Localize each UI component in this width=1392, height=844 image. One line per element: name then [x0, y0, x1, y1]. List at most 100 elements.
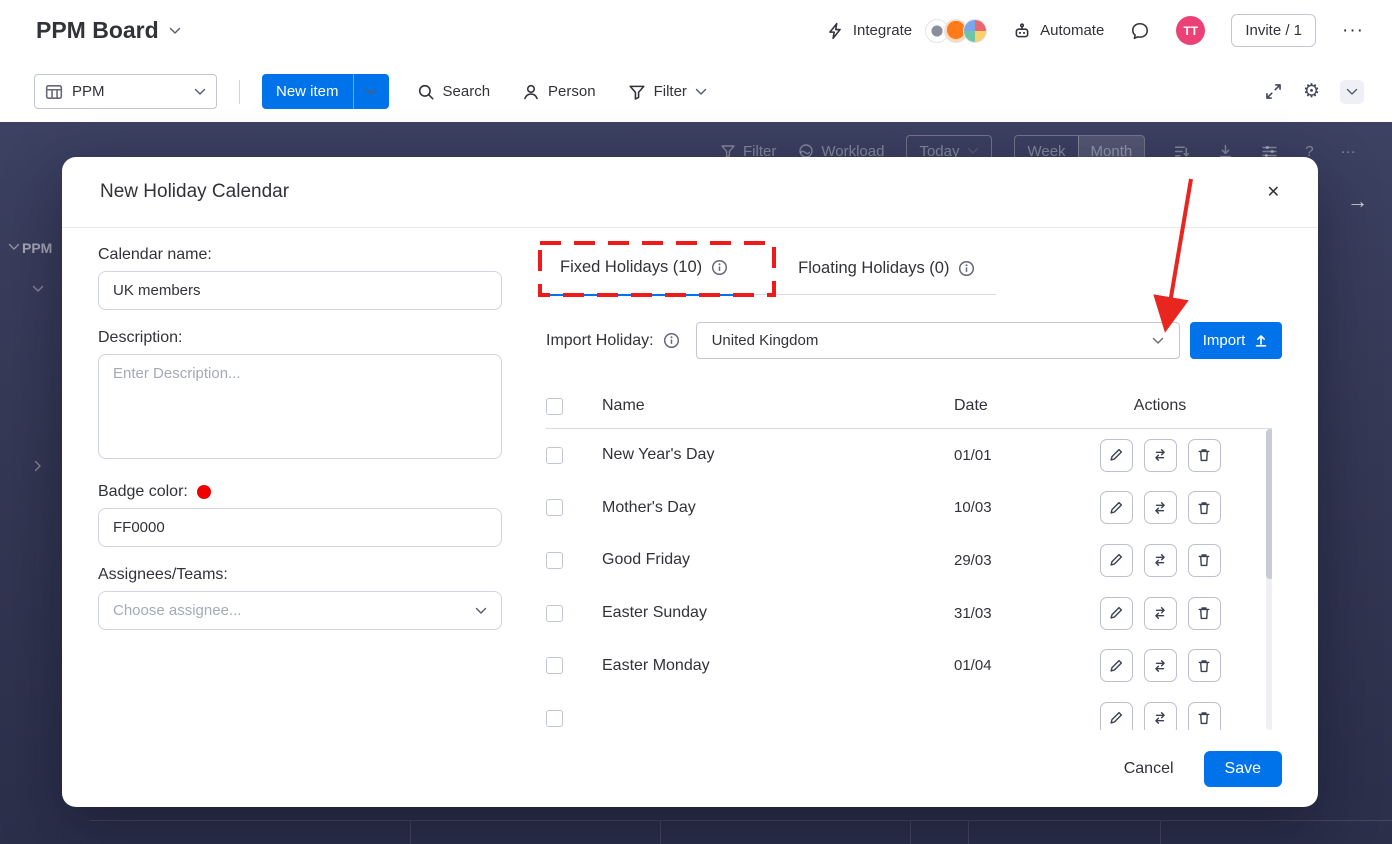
new-item-split-button: New item — [262, 74, 389, 109]
new-item-button[interactable]: New item — [262, 74, 353, 109]
integrate-button[interactable]: Integrate — [826, 19, 987, 43]
upload-icon — [1253, 333, 1269, 349]
person-filter-button[interactable]: Person — [522, 83, 596, 101]
gear-icon[interactable]: ⚙ — [1303, 82, 1320, 101]
board-title-menu[interactable]: PPM Board — [36, 17, 181, 44]
edit-button[interactable] — [1100, 544, 1133, 577]
tab-fixed-holidays[interactable]: Fixed Holidays (10) — [546, 252, 754, 296]
description-textarea[interactable] — [98, 354, 502, 459]
toolbar-divider — [239, 80, 240, 104]
import-button[interactable]: Import — [1190, 322, 1282, 359]
delete-button[interactable] — [1188, 649, 1221, 682]
new-item-dropdown-button[interactable] — [353, 74, 389, 109]
automate-label: Automate — [1040, 22, 1104, 39]
pencil-icon — [1108, 500, 1124, 516]
more-menu-icon[interactable]: ··· — [1342, 20, 1364, 42]
delete-button[interactable] — [1188, 491, 1221, 524]
integration-app-icons — [925, 19, 987, 43]
holiday-date: 10/03 — [954, 499, 1074, 516]
edit-button[interactable] — [1100, 439, 1133, 472]
filter-funnel-icon — [628, 83, 646, 101]
info-icon — [663, 332, 680, 349]
row-checkbox[interactable] — [546, 552, 563, 569]
trash-icon — [1196, 710, 1212, 726]
board-grid-lines — [90, 820, 1392, 844]
edit-button[interactable] — [1100, 491, 1133, 524]
assignees-label: Assignees/Teams: — [98, 566, 502, 584]
collapse-header-button[interactable] — [1340, 80, 1364, 104]
chat-icon[interactable] — [1130, 21, 1150, 41]
trash-icon — [1196, 605, 1212, 621]
cancel-button[interactable]: Cancel — [1124, 760, 1174, 778]
row-checkbox[interactable] — [546, 657, 563, 674]
edit-button[interactable] — [1100, 649, 1133, 682]
edit-button[interactable] — [1100, 597, 1133, 630]
avatar[interactable]: TT — [1176, 16, 1205, 45]
move-button[interactable] — [1144, 597, 1177, 630]
tab-floating-label: Floating Holidays (0) — [798, 259, 949, 278]
holiday-name: Mother's Day — [602, 499, 954, 517]
holiday-name: Good Friday — [602, 551, 954, 569]
import-holiday-label: Import Holiday: — [546, 332, 654, 350]
search-button[interactable]: Search — [417, 83, 491, 101]
holiday-rows: New Year's Day 01/01 Mother's Day 10/03 — [546, 429, 1272, 730]
delete-button[interactable] — [1188, 702, 1221, 730]
filter-button[interactable]: Filter — [628, 83, 707, 101]
move-button[interactable] — [1144, 702, 1177, 730]
column-header-name: Name — [602, 397, 954, 415]
save-button[interactable]: Save — [1204, 751, 1282, 787]
table-row: Mother's Day 10/03 — [546, 482, 1272, 535]
assignee-select[interactable]: Choose assignee... — [98, 591, 502, 630]
table-row: Good Friday 29/03 — [546, 534, 1272, 587]
page-title: PPM Board — [36, 17, 159, 44]
scroll-right-arrow[interactable]: → — [1347, 190, 1368, 214]
country-select[interactable]: United Kingdom — [696, 322, 1180, 359]
scrollbar-thumb[interactable] — [1266, 429, 1272, 579]
chevron-down-icon — [1346, 88, 1358, 96]
calendar-form: Calendar name: Description: Badge color:… — [98, 246, 502, 730]
row-checkbox[interactable] — [546, 605, 563, 622]
delete-button[interactable] — [1188, 544, 1221, 577]
holiday-name: New Year's Day — [602, 446, 954, 464]
holiday-name: Easter Monday — [602, 657, 954, 675]
row-checkbox[interactable] — [546, 499, 563, 516]
swap-arrows-icon — [1152, 447, 1168, 463]
assignee-placeholder: Choose assignee... — [113, 602, 241, 619]
group-expand-icon[interactable] — [34, 460, 42, 472]
column-header-actions: Actions — [1074, 397, 1246, 415]
swap-arrows-icon — [1152, 605, 1168, 621]
badge-color-input[interactable] — [98, 508, 502, 547]
move-button[interactable] — [1144, 439, 1177, 472]
delete-button[interactable] — [1188, 597, 1221, 630]
row-checkbox[interactable] — [546, 447, 563, 464]
move-button[interactable] — [1144, 491, 1177, 524]
automate-button[interactable]: Automate — [1013, 22, 1104, 40]
toolbar-items: Search Person Filter — [417, 83, 707, 101]
group-collapse-icon[interactable] — [32, 285, 44, 293]
holiday-rows-viewport: New Year's Day 01/01 Mother's Day 10/03 — [546, 429, 1272, 730]
invite-button[interactable]: Invite / 1 — [1231, 14, 1316, 47]
modal-footer: Cancel Save — [1124, 751, 1282, 787]
expand-fullscreen-icon[interactable] — [1264, 82, 1283, 101]
tab-floating-holidays[interactable]: Floating Holidays (0) — [784, 252, 1001, 295]
calendar-name-input[interactable] — [98, 271, 502, 310]
holidays-panel: Fixed Holidays (10) Floating Holidays (0… — [546, 246, 1282, 730]
board-view-selector[interactable]: PPM — [34, 74, 217, 109]
board-more-icon[interactable]: ··· — [1341, 143, 1356, 160]
edit-button[interactable] — [1100, 702, 1133, 730]
move-button[interactable] — [1144, 649, 1177, 682]
row-checkbox[interactable] — [546, 710, 563, 727]
delete-button[interactable] — [1188, 439, 1221, 472]
scrollbar-track[interactable] — [1266, 429, 1272, 730]
close-icon[interactable]: ✕ — [1267, 182, 1280, 202]
chevron-down-icon — [967, 147, 979, 155]
calendar-name-label: Calendar name: — [98, 246, 502, 264]
move-button[interactable] — [1144, 544, 1177, 577]
pencil-icon — [1108, 447, 1124, 463]
trash-icon — [1196, 658, 1212, 674]
group-collapse-icon[interactable] — [8, 243, 20, 251]
import-holiday-row: Import Holiday: United Kingdom Import — [546, 322, 1282, 359]
select-all-checkbox[interactable] — [546, 398, 563, 415]
pencil-icon — [1108, 605, 1124, 621]
table-row — [546, 692, 1272, 730]
